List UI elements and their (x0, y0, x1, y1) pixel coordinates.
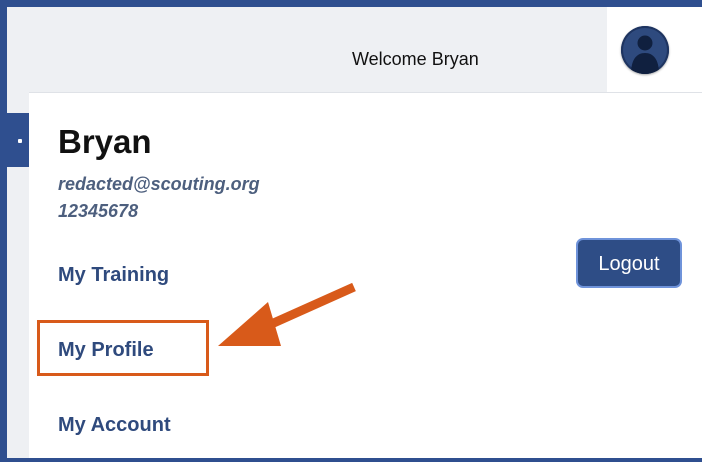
annotation-arrow-icon (218, 282, 356, 346)
